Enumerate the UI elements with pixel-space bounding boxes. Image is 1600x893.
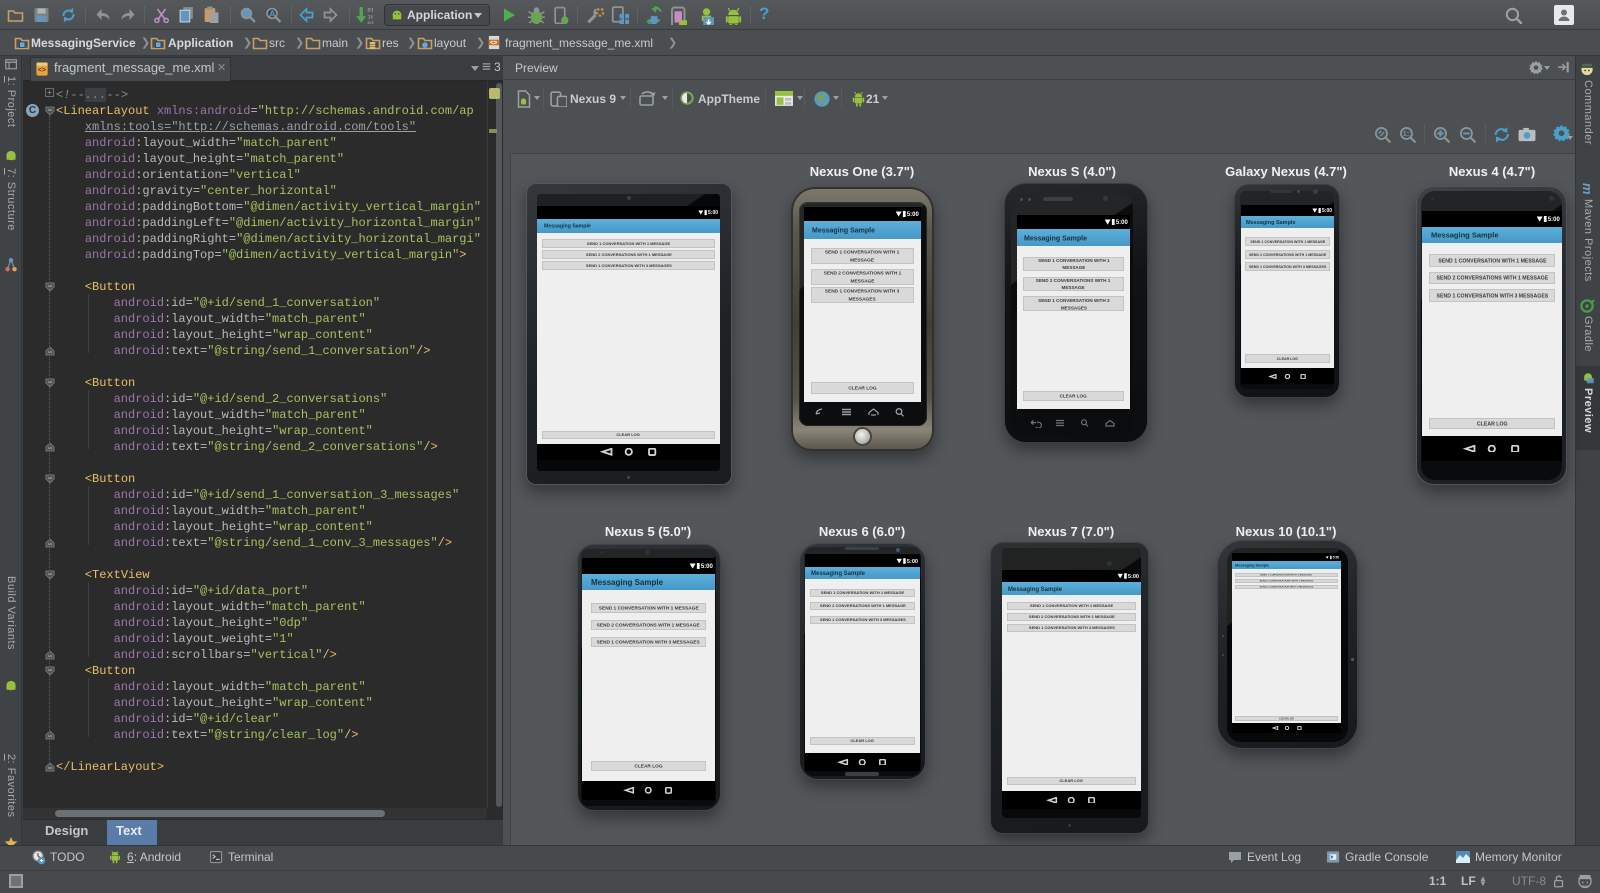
svg-text:01: 01 xyxy=(367,20,373,24)
svg-text:A: A xyxy=(269,9,276,20)
svg-text:1:1: 1:1 xyxy=(1403,129,1414,138)
svg-text:<>: <> xyxy=(38,67,46,74)
svg-text:<>: <> xyxy=(490,40,498,47)
